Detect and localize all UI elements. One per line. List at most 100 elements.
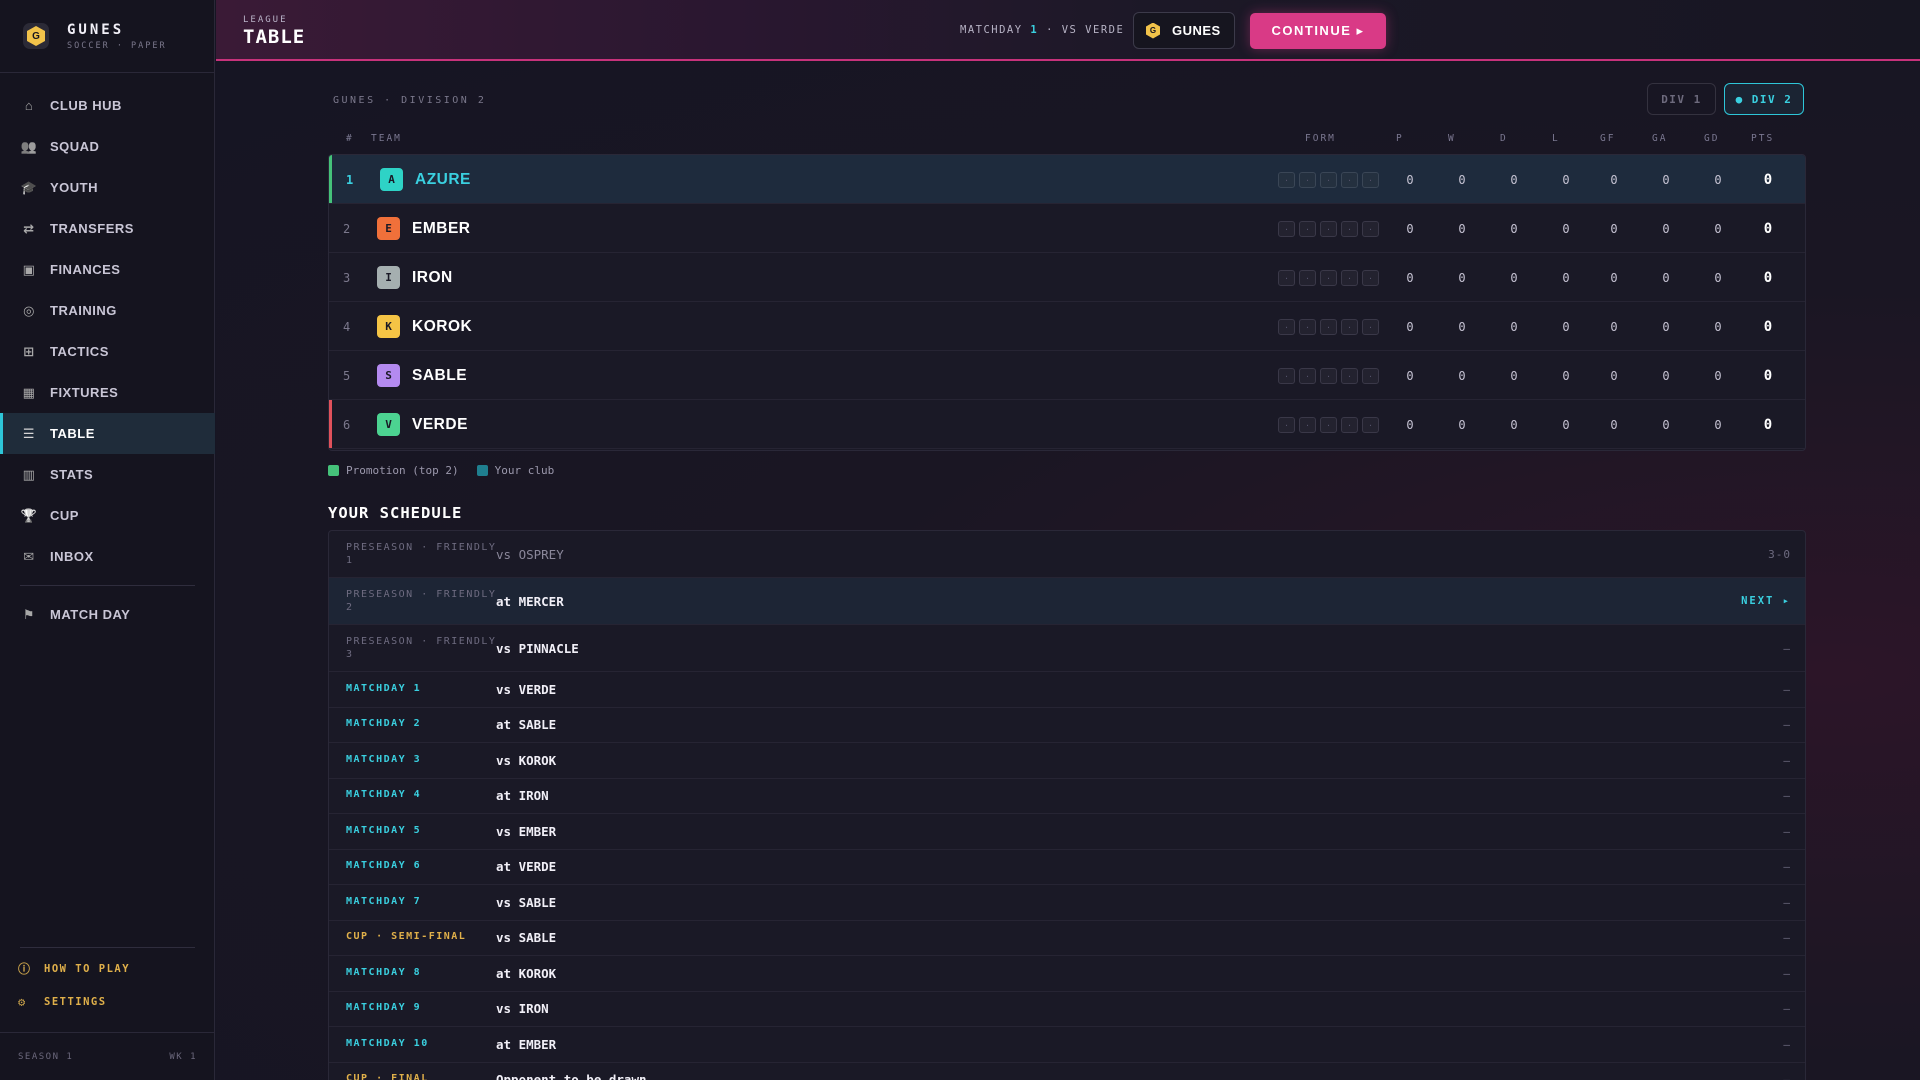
table-row[interactable]: 2 E EMBER · · · · · 0 0 0 0 0 0 0 0 xyxy=(329,204,1805,253)
schedule-row[interactable]: MATCHDAY 9 vs IRON — xyxy=(329,992,1805,1027)
club-logo: G xyxy=(23,23,49,49)
sidebar-item-training[interactable]: ◎ TRAINING xyxy=(0,290,215,331)
team-name: AZURE xyxy=(415,170,471,188)
stat-gd: 0 xyxy=(1714,368,1722,383)
form-slot: · xyxy=(1320,417,1337,433)
fixture-label: MATCHDAY 5 xyxy=(346,824,422,836)
legend-promotion: Promotion (top 2) xyxy=(346,464,459,477)
schedule-row[interactable]: MATCHDAY 6 at VERDE — xyxy=(329,850,1805,885)
stat-w: 0 xyxy=(1458,270,1466,285)
nav-label: TACTICS xyxy=(50,344,109,359)
table-row[interactable]: 1 A AZURE · · · · · 0 0 0 0 0 0 0 0 xyxy=(329,155,1805,204)
how-to-play-link[interactable]: ⓘ HOW TO PLAY xyxy=(0,952,215,985)
schedule-row[interactable]: MATCHDAY 4 at IRON — xyxy=(329,779,1805,814)
fixture-label: PRESEASON · FRIENDLY 3 xyxy=(346,635,497,660)
stat-ga: 0 xyxy=(1662,368,1670,383)
next-match-info: MATCHDAY 1 · VS VERDE xyxy=(960,24,1124,36)
form-slot: · xyxy=(1299,368,1316,384)
stat-w: 0 xyxy=(1458,172,1466,187)
sidebar-item-tactics[interactable]: ⊞ TACTICS xyxy=(0,331,215,372)
trophy-icon: 🏆 xyxy=(20,507,38,523)
fixture-opponent: at VERDE xyxy=(496,859,557,875)
stat-gf: 0 xyxy=(1610,270,1618,285)
form-slot: · xyxy=(1362,172,1379,188)
stat-d: 0 xyxy=(1510,172,1518,187)
division-2-tab[interactable]: ● DIV 2 xyxy=(1724,83,1804,115)
table-row[interactable]: 6 V VERDE · · · · · 0 0 0 0 0 0 0 0 xyxy=(329,400,1805,449)
schedule-row[interactable]: PRESEASON · FRIENDLY 3 vs PINNACLE — xyxy=(329,625,1805,672)
stat-ga: 0 xyxy=(1662,221,1670,236)
sidebar-item-squad[interactable]: 👥 SQUAD xyxy=(0,126,215,167)
fixture-result: — xyxy=(1783,966,1791,980)
schedule-row[interactable]: MATCHDAY 8 at KOROK — xyxy=(329,956,1805,992)
stat-w: 0 xyxy=(1458,319,1466,334)
season-label: SEASON 1 xyxy=(18,1051,74,1062)
stat-pts: 0 xyxy=(1763,269,1773,286)
legend-your-club: Your club xyxy=(494,464,555,477)
schedule-row[interactable]: MATCHDAY 10 at EMBER — xyxy=(329,1027,1805,1063)
settings-link[interactable]: ⚙ SETTINGS xyxy=(0,985,215,1018)
fixture-label: MATCHDAY 6 xyxy=(346,860,422,872)
nav-label: MATCH DAY xyxy=(50,607,131,622)
schedule-row[interactable]: CUP · SEMI-FINAL vs SABLE — xyxy=(329,921,1805,956)
form-slot: · xyxy=(1320,368,1337,384)
table-row[interactable]: 5 S SABLE · · · · · 0 0 0 0 0 0 0 0 xyxy=(329,351,1805,400)
schedule-row[interactable]: MATCHDAY 2 at SABLE — xyxy=(329,708,1805,743)
col-goal-diff: GD xyxy=(1704,133,1720,144)
table-legend: Promotion (top 2) Your club xyxy=(328,464,554,477)
schedule-row[interactable]: CUP · FINAL Opponent to be drawn — xyxy=(329,1063,1805,1080)
fixture-label: MATCHDAY 3 xyxy=(346,753,422,765)
stat-p: 0 xyxy=(1406,417,1414,432)
schedule-row[interactable]: PRESEASON · FRIENDLY 1 vs OSPREY 3-0 xyxy=(329,531,1805,578)
club-chip[interactable]: G GUNES xyxy=(1133,12,1235,49)
fixture-opponent: vs IRON xyxy=(496,1001,549,1017)
form-slot: · xyxy=(1299,221,1316,237)
sidebar-item-stats[interactable]: ▥ STATS xyxy=(0,454,215,495)
stat-w: 0 xyxy=(1458,221,1466,236)
nav-label: CLUB HUB xyxy=(50,98,122,113)
stat-ga: 0 xyxy=(1662,270,1670,285)
schedule-row[interactable]: MATCHDAY 5 vs EMBER — xyxy=(329,814,1805,850)
schedule-row[interactable]: PRESEASON · FRIENDLY 2 at MERCER NEXT ▸ xyxy=(329,578,1805,625)
nav-label: FIXTURES xyxy=(50,385,119,400)
sidebar-item-fixtures[interactable]: ▦ FIXTURES xyxy=(0,372,215,413)
fixture-result: — xyxy=(1783,753,1791,767)
form-slot: · xyxy=(1299,417,1316,433)
form-slot: · xyxy=(1299,270,1316,286)
sidebar-item-inbox[interactable]: ✉ INBOX xyxy=(0,536,215,577)
fixture-label: MATCHDAY 9 xyxy=(346,1002,422,1014)
table-header: # TEAM FORM P W D L GF GA GD PTS xyxy=(328,133,1804,149)
sidebar-item-youth[interactable]: 🎓 YOUTH xyxy=(0,167,215,208)
club-crest-icon: G xyxy=(1146,22,1160,39)
continue-button[interactable]: CONTINUE ▸ xyxy=(1250,13,1386,49)
schedule-row[interactable]: MATCHDAY 7 vs SABLE — xyxy=(329,885,1805,921)
table-row[interactable]: 4 K KOROK · · · · · 0 0 0 0 0 0 0 0 xyxy=(329,302,1805,351)
division-1-tab[interactable]: DIV 1 xyxy=(1647,83,1716,115)
sidebar-item-cup[interactable]: 🏆 CUP xyxy=(0,495,215,536)
schedule-row[interactable]: MATCHDAY 3 vs KOROK — xyxy=(329,743,1805,779)
table-row[interactable]: 3 I IRON · · · · · 0 0 0 0 0 0 0 0 xyxy=(329,253,1805,302)
target-icon: ◎ xyxy=(23,302,35,318)
next-fixture-link[interactable]: NEXT ▸ xyxy=(1741,595,1791,607)
stat-pts: 0 xyxy=(1763,171,1773,188)
sidebar-item-match-day[interactable]: ⚑ MATCH DAY xyxy=(0,594,215,635)
sidebar-item-table[interactable]: ☰ TABLE xyxy=(0,413,215,454)
mail-icon: ✉ xyxy=(23,548,35,564)
fixture-label: MATCHDAY 8 xyxy=(346,966,422,978)
form-slot: · xyxy=(1341,319,1358,335)
relegation-marker xyxy=(329,400,332,448)
form-slot: · xyxy=(1362,319,1379,335)
schedule-row[interactable]: MATCHDAY 1 vs VERDE — xyxy=(329,672,1805,708)
promotion-marker xyxy=(329,155,332,203)
form-slot: · xyxy=(1278,221,1295,237)
how-to-play-label: HOW TO PLAY xyxy=(44,962,131,975)
team-form: · · · · · xyxy=(1278,270,1379,286)
stat-l: 0 xyxy=(1562,417,1570,432)
nav-label: YOUTH xyxy=(50,180,98,195)
main-content: GUNES · DIVISION 2 DIV 1 ● DIV 2 # TEAM … xyxy=(216,63,1920,1080)
sidebar-item-finances[interactable]: ▣ FINANCES xyxy=(0,249,215,290)
fixture-opponent: vs KOROK xyxy=(496,752,557,768)
stat-p: 0 xyxy=(1406,172,1414,187)
sidebar-item-transfers[interactable]: ⇄ TRANSFERS xyxy=(0,208,215,249)
sidebar-item-club-hub[interactable]: ⌂ CLUB HUB xyxy=(0,85,215,126)
